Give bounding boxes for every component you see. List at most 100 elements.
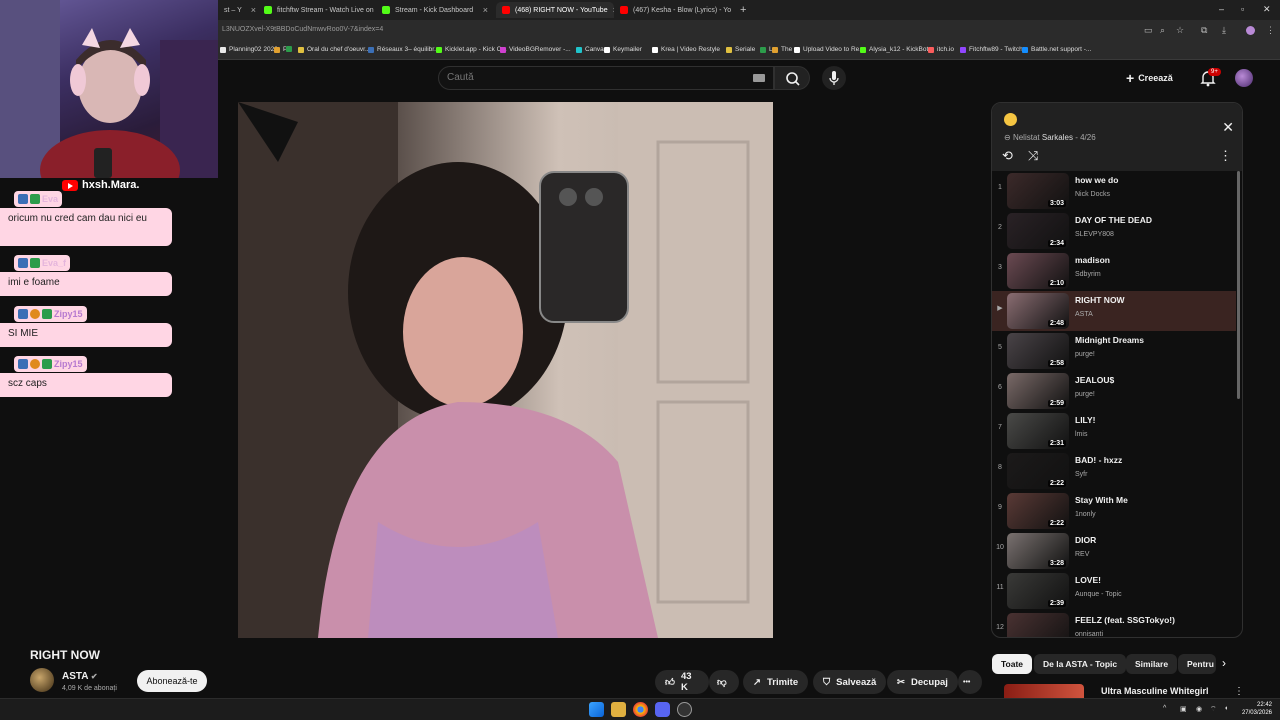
voice-search-button[interactable] [822, 66, 846, 90]
bookmark-item[interactable]: Alysia_k12 - KickBot [860, 46, 928, 53]
chrome-icon[interactable] [633, 702, 648, 717]
loop-icon[interactable]: ⟲ [1002, 148, 1013, 164]
playlist-thumbnail[interactable]: 3:03 [1007, 173, 1069, 209]
video-player[interactable] [238, 102, 773, 638]
playlist-item-artist[interactable]: purge! [1075, 391, 1095, 398]
playlist-item[interactable]: 10 3:28 DIOR REV [992, 531, 1236, 571]
url-text[interactable]: L3NUOZXvel-X9tBBDoCudNmwvRoo0V-7&index=4 [222, 26, 383, 33]
more-actions-button[interactable]: ••• [958, 670, 982, 694]
close-icon[interactable]: ✕ [1222, 119, 1234, 136]
playlist-item-title[interactable]: how we do [1075, 175, 1118, 185]
bookmark-item[interactable] [286, 46, 295, 52]
bookmark-item[interactable]: Planning02 2026 [220, 46, 278, 53]
close-tab-icon[interactable]: × [251, 5, 256, 15]
browser-tab[interactable]: Stream - Kick Dashboard × [376, 2, 494, 18]
subscribe-button[interactable]: Abonează-te [137, 670, 207, 692]
browser-tab-active[interactable]: (468) RIGHT NOW - YouTube× [496, 2, 614, 18]
new-tab-button[interactable]: + [734, 2, 750, 18]
playlist-thumbnail[interactable]: 2:34 [1007, 213, 1069, 249]
recommended-title[interactable]: Ultra Masculine Whitegirl [1101, 686, 1209, 696]
playlist-item-artist[interactable]: Sdbyrim [1075, 271, 1101, 278]
playlist-thumbnail[interactable]: 2:58 [1007, 333, 1069, 369]
channel-avatar[interactable] [30, 668, 54, 692]
playlist-item[interactable]: 122:41 FEELZ (feat. SSGTokyo!) onnisanti [992, 611, 1236, 637]
playlist-item[interactable]: 8 2:22 BAD! - hxzz Syfr [992, 451, 1236, 491]
tray-chevron-icon[interactable]: ^ [1163, 705, 1166, 712]
search-input[interactable] [447, 72, 727, 83]
clip-button[interactable]: ✂ Decupaj [887, 670, 958, 694]
bookmark-item[interactable]: Fitchftw89 - Twitch [960, 46, 1023, 53]
mic-tray-icon[interactable]: ◉ [1196, 705, 1202, 713]
playlist-item[interactable]: 2 2:34 DAY OF THE DEAD SLEVPY808 [992, 211, 1236, 251]
bookmark-item[interactable]: VideoBGRemover -... [500, 46, 571, 53]
playlist-item-artist[interactable]: Nick Docks [1075, 191, 1110, 198]
cast-icon[interactable]: ▭ [1144, 25, 1153, 36]
playlist-thumbnail[interactable]: 2:10 [1007, 253, 1069, 289]
bookmark-item[interactable]: Krea | Video Restyle [652, 46, 720, 53]
share-button[interactable]: ↗ Trimite [743, 670, 809, 694]
bookmark-item[interactable]: Réseaux 3– équilibr... [368, 46, 440, 53]
playlist-item-artist[interactable]: lmis [1075, 431, 1087, 438]
chip-all[interactable]: Toate [992, 654, 1033, 674]
playlist-item-artist[interactable]: SLEVPY808 [1075, 231, 1114, 238]
playlist-item-title[interactable]: JEALOU$ [1075, 375, 1114, 385]
shuffle-icon[interactable]: ⤨ [1028, 148, 1038, 164]
search-box[interactable] [438, 66, 774, 90]
playlist-item[interactable]: 6 2:59 JEALOU$ purge! [992, 371, 1236, 411]
playlist-item-artist[interactable]: 1nonly [1075, 511, 1096, 518]
wifi-icon[interactable]: ⌔ [1210, 705, 1217, 714]
account-avatar[interactable] [1235, 69, 1253, 87]
bookmark-item[interactable]: itch.io [928, 46, 954, 53]
playlist-item-title[interactable]: LILY! [1075, 415, 1095, 425]
chevron-right-icon[interactable]: › [1222, 656, 1226, 670]
bookmark-item[interactable]: Keymailer [604, 46, 642, 53]
playlist-item-title[interactable]: LOVE! [1075, 575, 1101, 585]
playlist-thumbnail[interactable]: 2:39 [1007, 573, 1069, 609]
channel-name[interactable]: ASTA ✔ [62, 671, 98, 682]
create-button[interactable]: + Creează [1126, 68, 1173, 88]
playlist-item-current[interactable]: ▶ 2:48 RIGHT NOW ASTA [992, 291, 1236, 331]
maximize-icon[interactable]: ▫ [1241, 4, 1244, 14]
playlist-item[interactable]: 5 2:58 Midnight Dreams purge! [992, 331, 1236, 371]
bookmark-item[interactable]: Battle.net support -... [1022, 46, 1091, 53]
chip-for-you[interactable]: Pentru [1178, 654, 1216, 674]
browser-tab[interactable]: (467) Kesha - Blow (Lyrics) - Yo× [614, 2, 734, 18]
close-tab-icon[interactable]: × [483, 5, 488, 15]
playlist-item[interactable]: 3 2:10 madison Sdbyrim [992, 251, 1236, 291]
playlist-item-artist[interactable]: ASTA [1075, 311, 1093, 318]
search-button[interactable] [774, 66, 810, 90]
zoom-icon[interactable]: ⌕ [1160, 25, 1165, 36]
playlist-item[interactable]: 11 2:39 LOVE! Aunque - Topic [992, 571, 1236, 611]
chip-related[interactable]: Similare [1126, 654, 1178, 674]
playlist-item[interactable]: 7 2:31 LILY! lmis [992, 411, 1236, 451]
playlist-item-title[interactable]: DAY OF THE DEAD [1075, 215, 1152, 225]
playlist-thumbnail[interactable]: 3:28 [1007, 533, 1069, 569]
obs-icon[interactable] [677, 702, 692, 717]
playlist-item-title[interactable]: FEELZ (feat. SSGTokyo!) [1075, 615, 1175, 625]
playlist-thumbnail[interactable]: 2:22 [1007, 493, 1069, 529]
tray-app-icon[interactable]: ▣ [1180, 705, 1187, 713]
playlist-item-title[interactable]: Stay With Me [1075, 495, 1128, 505]
system-clock[interactable]: 22:42 27/03/2026 [1242, 701, 1272, 717]
start-icon[interactable] [589, 702, 604, 717]
bookmark-item[interactable]: Canva [576, 46, 604, 53]
bookmark-star-icon[interactable]: ☆ [1176, 25, 1184, 36]
close-window-icon[interactable]: ✕ [1263, 4, 1271, 15]
playlist-item-artist[interactable]: purge! [1075, 351, 1095, 358]
playlist-scrollbar[interactable] [1237, 171, 1240, 399]
playlist-thumbnail[interactable]: 2:22 [1007, 453, 1069, 489]
playlist-item[interactable]: 1 3:03 how we do Nick Docks [992, 171, 1236, 211]
minimize-icon[interactable]: – [1219, 4, 1224, 14]
playlist-item[interactable]: 9 2:22 Stay With Me 1nonly [992, 491, 1236, 531]
playlist-menu-icon[interactable]: ⋮ [1219, 148, 1232, 164]
bookmark-item[interactable]: Oral du chef d'oeuvr... [298, 46, 370, 53]
menu-dots-icon[interactable]: ⋮ [1266, 25, 1275, 36]
playlist-item-artist[interactable]: Syfr [1075, 471, 1087, 478]
playlist-item-title[interactable]: Midnight Dreams [1075, 335, 1144, 345]
playlist-item-artist[interactable]: Aunque - Topic [1075, 591, 1122, 598]
playlist-thumbnail[interactable]: 2:31 [1007, 413, 1069, 449]
dislike-button[interactable]: 👎︎ [709, 670, 739, 694]
playlist-item-title[interactable]: DIOR [1075, 535, 1096, 545]
bookmark-item[interactable]: Seriale [726, 46, 755, 53]
volume-icon[interactable]: ◖ [1224, 705, 1228, 712]
